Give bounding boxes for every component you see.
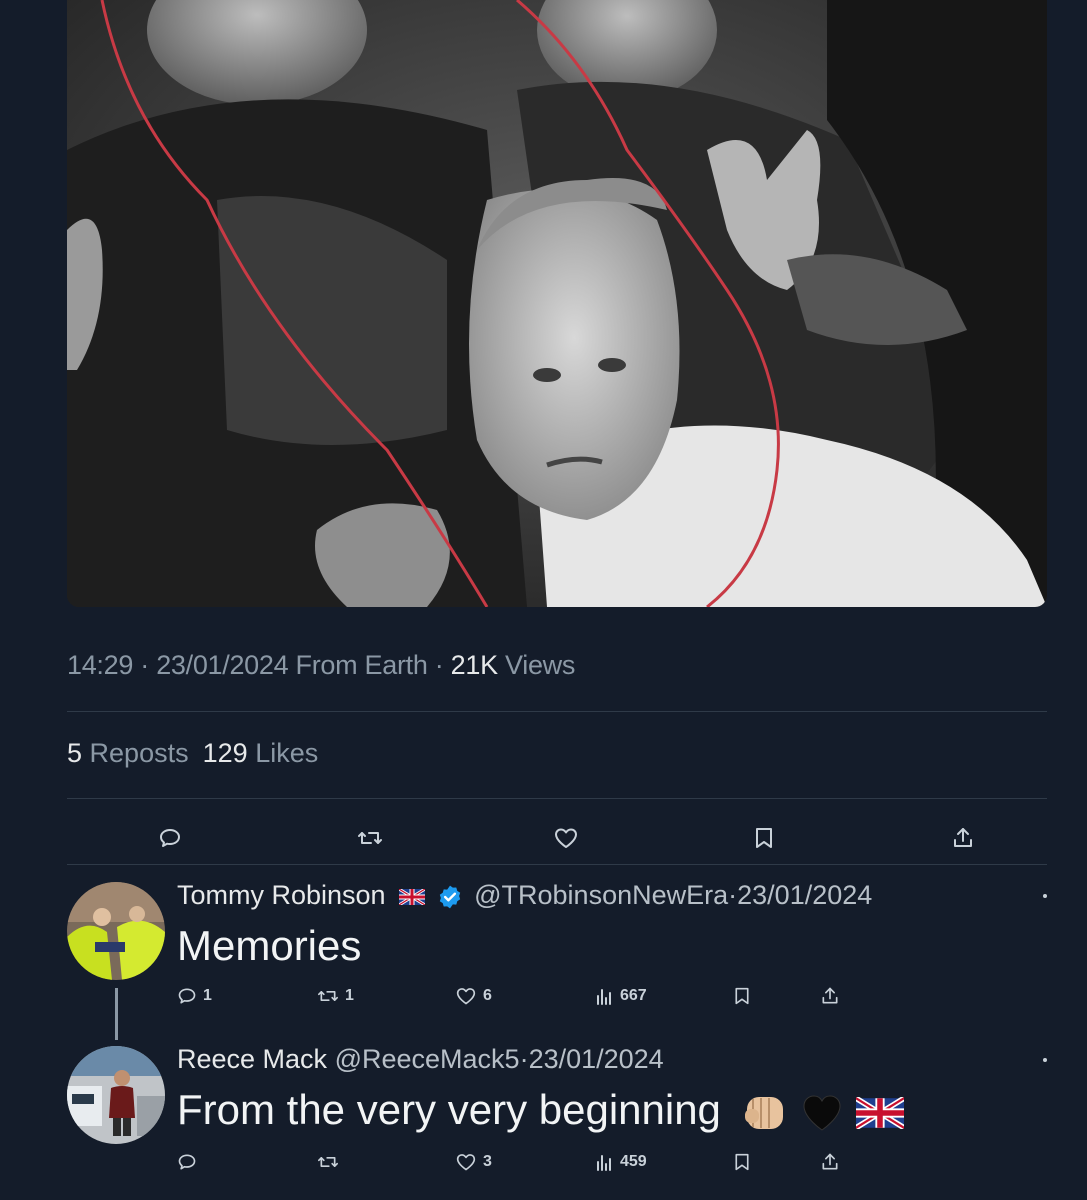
share-icon xyxy=(822,1153,838,1170)
reply-actions: 1 1 6 667 xyxy=(177,986,877,1016)
avatar[interactable] xyxy=(67,882,165,980)
reply-header: Reece Mack @ReeceMack5·23/01/2024 xyxy=(177,1044,664,1075)
reply-actions: 3 459 xyxy=(177,1152,877,1182)
views-button[interactable]: 667 xyxy=(594,986,647,1006)
reply-date[interactable]: 23/01/2024 xyxy=(529,1044,664,1074)
bookmark-button[interactable] xyxy=(733,1152,751,1172)
repost-icon xyxy=(318,1157,338,1167)
meta-sep: · xyxy=(140,650,149,680)
views-icon xyxy=(597,1155,611,1171)
black-heart-emoji-icon xyxy=(803,1095,841,1131)
reply-icon xyxy=(178,1154,196,1170)
views-count: 21K xyxy=(450,650,498,680)
tweet-time[interactable]: 14:29 xyxy=(67,650,133,680)
bookmark-icon xyxy=(735,1153,749,1171)
reply-text: Memories xyxy=(177,922,362,969)
reply-header: Tommy Robinson @TRobinsonNewEra·23/01/20… xyxy=(177,880,872,911)
thread-connector xyxy=(115,988,118,1040)
more-options-icon[interactable] xyxy=(1043,894,1047,898)
like-icon xyxy=(456,988,476,1005)
bookmark-button[interactable] xyxy=(733,986,751,1006)
view-count: 459 xyxy=(620,1153,647,1170)
handle[interactable]: @ReeceMack5 xyxy=(335,1044,520,1074)
meta-sep: · xyxy=(519,1044,529,1074)
fist-emoji-icon xyxy=(744,1096,783,1129)
tweet-stats: 5 Reposts 129 Likes xyxy=(67,738,318,769)
like-count: 6 xyxy=(483,987,492,1004)
like-button[interactable]: 6 xyxy=(455,986,492,1006)
share-icon xyxy=(954,828,972,847)
like-count: 3 xyxy=(483,1153,492,1170)
reposts-count: 5 xyxy=(67,738,83,768)
repost-icon xyxy=(358,832,382,844)
reply-button[interactable] xyxy=(177,1152,197,1172)
likes-link[interactable]: 129 Likes xyxy=(203,738,319,768)
reply-icon xyxy=(160,829,180,847)
repost-button[interactable] xyxy=(350,818,390,858)
likes-count: 129 xyxy=(202,738,248,768)
like-button[interactable] xyxy=(546,818,586,858)
more-options-icon[interactable] xyxy=(1043,1058,1047,1062)
divider xyxy=(67,864,1047,865)
avatar[interactable] xyxy=(67,1046,165,1144)
reply-text-line: From the very very beginning xyxy=(177,1086,904,1135)
share-button[interactable] xyxy=(943,818,983,858)
repost-count: 1 xyxy=(345,987,354,1004)
share-icon xyxy=(822,987,838,1004)
meta-sep: · xyxy=(728,880,738,910)
handle[interactable]: @TRobinsonNewEra xyxy=(474,880,728,910)
view-count: 667 xyxy=(620,987,647,1004)
reposts-link[interactable]: 5 Reposts xyxy=(67,738,189,768)
tweet-meta: 14:29 · 23/01/2024 From Earth · 21K View… xyxy=(67,650,575,681)
repost-button[interactable]: 1 xyxy=(317,986,354,1006)
bookmark-icon xyxy=(735,987,749,1005)
verified-badge-icon xyxy=(439,885,460,909)
reposts-label: Reposts xyxy=(89,738,189,768)
views-button[interactable]: 459 xyxy=(594,1152,647,1172)
tweet-date[interactable]: 23/01/2024 xyxy=(156,650,288,680)
tweet-photo[interactable] xyxy=(67,0,1047,607)
divider xyxy=(67,798,1047,799)
reply-icon xyxy=(178,988,196,1004)
repost-icon xyxy=(318,991,338,1001)
repost-button[interactable] xyxy=(317,1152,339,1172)
views-icon xyxy=(597,989,611,1005)
meta-sep: · xyxy=(434,650,444,680)
tweet-action-bar xyxy=(67,818,1047,858)
uk-flag-icon xyxy=(855,1096,904,1129)
like-icon xyxy=(456,1154,476,1171)
display-name[interactable]: Tommy Robinson xyxy=(177,880,386,910)
bookmark-button[interactable] xyxy=(744,818,784,858)
share-button[interactable] xyxy=(820,1152,840,1172)
reply-text: From the very very beginning xyxy=(177,1086,721,1133)
likes-label: Likes xyxy=(255,738,319,768)
like-icon xyxy=(555,828,577,848)
bookmark-icon xyxy=(756,828,772,848)
divider xyxy=(67,711,1047,712)
views-label: Views xyxy=(505,650,576,680)
tweet-source: From Earth xyxy=(295,650,428,680)
display-name[interactable]: Reece Mack xyxy=(177,1044,327,1074)
reply-date[interactable]: 23/01/2024 xyxy=(737,880,872,910)
reply-count: 1 xyxy=(203,987,212,1004)
reply-button[interactable]: 1 xyxy=(177,986,212,1006)
uk-flag-icon xyxy=(399,888,426,905)
share-button[interactable] xyxy=(820,986,840,1006)
like-button[interactable]: 3 xyxy=(455,1152,492,1172)
reply-button[interactable] xyxy=(150,818,190,858)
